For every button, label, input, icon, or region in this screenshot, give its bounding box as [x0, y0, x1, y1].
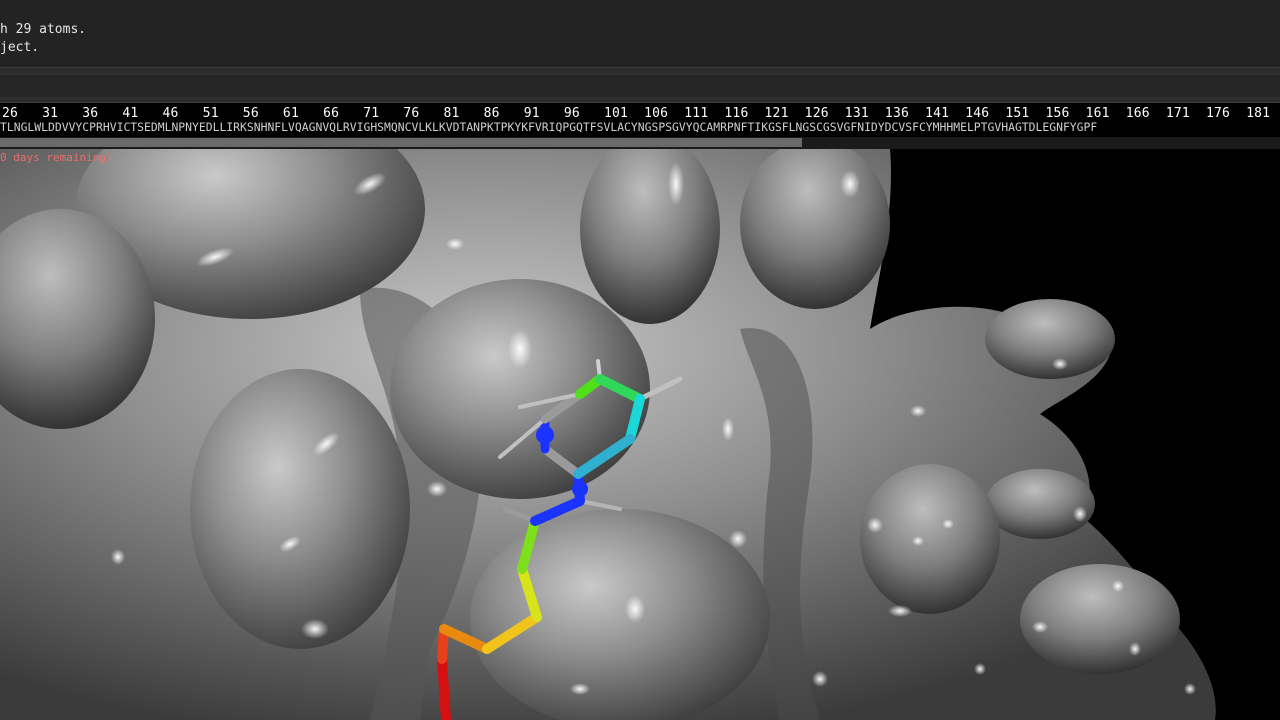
molecule-scene[interactable]	[0, 149, 1280, 720]
sequence-scrollbar[interactable]	[0, 137, 1280, 149]
console-line: h 29 atoms.	[0, 22, 87, 37]
sequence-residues[interactable]: TLNGLWLDDVVYCPRHVICTSEDMLNPNYEDLLIRKSNHN…	[0, 120, 1097, 134]
molecular-viewport[interactable]	[0, 149, 1280, 720]
console-line: ject.	[0, 40, 40, 55]
nitrogen-atom	[572, 481, 588, 497]
sequence-residue-numbers: 26 31 36 41 46 51 56 61 66 71 76 81 86 9…	[2, 106, 1271, 121]
sequence-viewer[interactable]: 26 31 36 41 46 51 56 61 66 71 76 81 86 9…	[0, 103, 1280, 149]
license-notice: 0 days remaining)	[0, 151, 113, 164]
command-input[interactable]	[0, 74, 1280, 97]
sequence-scrollbar-thumb[interactable]	[0, 138, 802, 147]
output-console: h 29 atoms. ject.	[0, 0, 1280, 67]
nitrogen-atom	[536, 426, 554, 444]
command-input-area[interactable]	[0, 67, 1280, 103]
